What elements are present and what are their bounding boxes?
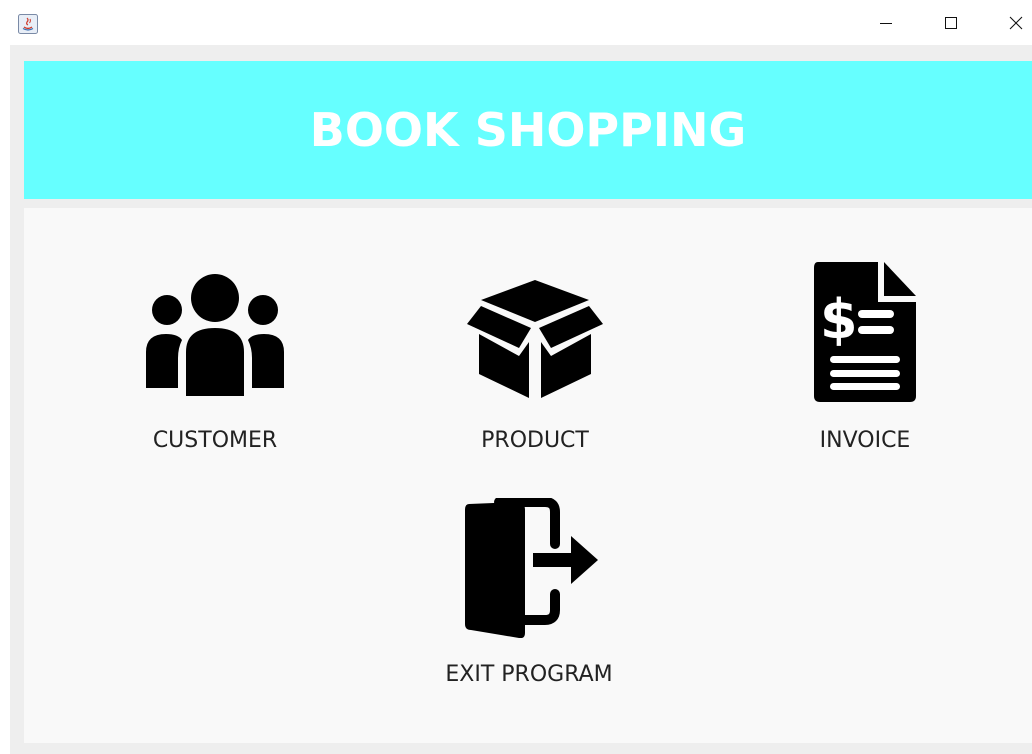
title-bar[interactable]: [0, 0, 1032, 45]
close-button[interactable]: [993, 0, 1032, 45]
java-app-icon[interactable]: [18, 14, 38, 34]
content-frame: BOOK SHOPPING CUSTOMER PRODUCT $ INVOICE…: [10, 45, 1032, 754]
product-label: PRODUCT: [481, 428, 589, 453]
minimize-button[interactable]: [863, 0, 909, 45]
customer-label: CUSTOMER: [152, 428, 278, 453]
product-button[interactable]: PRODUCT: [454, 270, 616, 470]
invoice-dollar-icon: $: [814, 262, 916, 402]
users-group-icon: [146, 274, 284, 396]
menu-panel: CUSTOMER PRODUCT $ INVOICE EXIT PROGRAM: [24, 208, 1032, 743]
invoice-label: INVOICE: [819, 428, 911, 453]
exit-program-label: EXIT PROGRAM: [445, 662, 613, 687]
app-window: BOOK SHOPPING CUSTOMER PRODUCT $ INVOICE…: [0, 0, 1032, 754]
close-icon: [1009, 16, 1023, 29]
box-icon: [467, 280, 603, 398]
header-banner: BOOK SHOPPING: [24, 61, 1032, 199]
invoice-button[interactable]: $ INVOICE: [784, 262, 946, 470]
exit-program-button[interactable]: EXIT PROGRAM: [439, 498, 619, 698]
maximize-icon: [945, 16, 957, 29]
exit-door-icon: [465, 498, 598, 638]
maximize-button[interactable]: [928, 0, 974, 45]
page-title: BOOK SHOPPING: [309, 103, 747, 157]
minimize-icon: [880, 22, 892, 24]
svg-text:$: $: [820, 288, 858, 351]
customer-button[interactable]: CUSTOMER: [134, 270, 296, 470]
